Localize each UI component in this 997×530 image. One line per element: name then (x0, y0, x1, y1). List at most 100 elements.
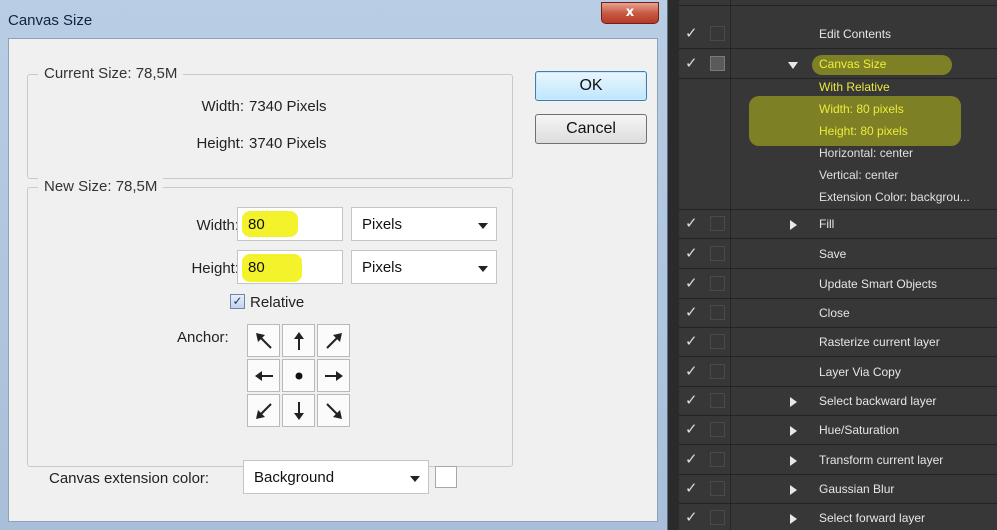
action-row-save[interactable]: ✓ Save (679, 240, 997, 269)
expand-right-icon[interactable] (790, 426, 797, 436)
check-icon[interactable]: ✓ (685, 391, 698, 409)
detail-text: Horizontal: center (819, 146, 914, 160)
action-row-gaussian-blur[interactable]: ✓ Gaussian Blur (679, 475, 997, 504)
chevron-down-icon (478, 266, 488, 272)
width-input[interactable]: 80 (237, 207, 343, 241)
current-height-label: Height: (196, 135, 244, 152)
action-row-transform[interactable]: ✓ Transform current layer (679, 446, 997, 475)
dialog-toggle-icon[interactable] (710, 364, 725, 379)
detail-text: Vertical: center (819, 168, 899, 182)
ok-button[interactable]: OK (535, 71, 647, 101)
cancel-button[interactable]: Cancel (535, 114, 647, 144)
dialog-title-bar[interactable]: Canvas Size x (0, 0, 668, 38)
action-label: Select backward layer (819, 394, 937, 408)
dialog-toggle-icon[interactable] (710, 26, 725, 41)
action-row-edit-contents[interactable]: ✓ Edit Contents (679, 20, 997, 49)
action-label: Edit Contents (819, 27, 892, 41)
action-row-rasterize[interactable]: ✓ Rasterize current layer (679, 328, 997, 357)
width-input-value: 80 (248, 216, 265, 233)
expand-right-icon[interactable] (790, 514, 797, 524)
width-unit-select[interactable]: Pixels (351, 207, 497, 241)
check-icon[interactable]: ✓ (685, 24, 698, 42)
arrow-nw-icon (255, 332, 272, 349)
height-input-value: 80 (248, 259, 265, 276)
action-row-partial[interactable] (679, 0, 997, 6)
dialog-toggle-icon[interactable] (710, 56, 725, 71)
arrow-sw-icon (255, 402, 272, 419)
detail-row: With Relative (679, 75, 997, 97)
dialog-toggle-icon[interactable] (710, 246, 725, 261)
check-icon[interactable]: ✓ (685, 479, 698, 497)
expand-right-icon[interactable] (790, 220, 797, 230)
arrow-n-icon (293, 331, 304, 350)
dialog-toggle-icon[interactable] (710, 216, 725, 231)
expand-right-icon[interactable] (790, 485, 797, 495)
expand-right-icon[interactable] (790, 397, 797, 407)
anchor-middle-right[interactable] (317, 359, 350, 392)
action-row-select-forward[interactable]: ✓ Select forward layer (679, 504, 997, 530)
anchor-grid (247, 324, 350, 427)
anchor-bottom-left[interactable] (247, 394, 280, 427)
extension-color-label: Canvas extension color: (49, 470, 210, 487)
action-row-update-smart-objects[interactable]: ✓ Update Smart Objects (679, 270, 997, 299)
anchor-bottom-center[interactable] (282, 394, 315, 427)
height-input[interactable]: 80 (237, 250, 343, 284)
anchor-middle-left[interactable] (247, 359, 280, 392)
action-label: Save (819, 247, 847, 261)
action-label: Layer Via Copy (819, 365, 901, 379)
check-icon[interactable]: ✓ (685, 244, 698, 262)
anchor-top-left[interactable] (247, 324, 280, 357)
anchor-top-center[interactable] (282, 324, 315, 357)
current-size-group: Current Size: 78,5M (27, 65, 513, 179)
check-icon[interactable]: ✓ (685, 508, 698, 526)
dialog-toggle-icon[interactable] (710, 422, 725, 437)
dialog-toggle-icon[interactable] (710, 305, 725, 320)
extension-color-swatch[interactable] (435, 466, 457, 488)
action-label: Transform current layer (819, 453, 944, 467)
check-icon[interactable]: ✓ (685, 303, 698, 321)
relative-checkbox[interactable]: ✓ (230, 294, 245, 309)
action-row-fill[interactable]: ✓ Fill (679, 210, 997, 239)
action-label: Close (819, 306, 850, 320)
check-icon[interactable]: ✓ (685, 214, 698, 232)
close-button[interactable]: x (601, 2, 659, 24)
arrow-s-icon (293, 401, 304, 420)
chevron-down-icon (410, 476, 420, 482)
check-icon[interactable]: ✓ (685, 332, 698, 350)
canvas-size-dialog: Canvas Size x Current Size: 78,5M Width:… (0, 0, 668, 530)
dialog-toggle-icon[interactable] (710, 393, 725, 408)
height-unit-value: Pixels (362, 259, 403, 276)
arrow-ne-icon (325, 332, 342, 349)
action-label: Canvas Size (819, 57, 887, 71)
action-row-close[interactable]: ✓ Close (679, 299, 997, 328)
extension-color-select[interactable]: Background (243, 460, 429, 494)
extension-color-value: Background (254, 469, 335, 486)
dialog-toggle-icon[interactable] (710, 452, 725, 467)
action-row-layer-via-copy[interactable]: ✓ Layer Via Copy (679, 358, 997, 387)
dialog-toggle-icon[interactable] (710, 276, 725, 291)
current-height-value: 3740 Pixels (249, 135, 327, 152)
anchor-center[interactable] (282, 359, 315, 392)
current-width-value: 7340 Pixels (249, 98, 327, 115)
dialog-toggle-icon[interactable] (710, 510, 725, 525)
check-icon[interactable]: ✓ (685, 450, 698, 468)
check-icon[interactable]: ✓ (685, 274, 698, 292)
check-icon[interactable]: ✓ (685, 54, 698, 72)
action-label: Rasterize current layer (819, 335, 940, 349)
anchor-bottom-right[interactable] (317, 394, 350, 427)
action-row-select-backward[interactable]: ✓ Select backward layer (679, 387, 997, 416)
height-unit-select[interactable]: Pixels (351, 250, 497, 284)
expand-right-icon[interactable] (790, 456, 797, 466)
check-icon[interactable]: ✓ (685, 362, 698, 380)
detail-row: Height: 80 pixels (679, 119, 997, 141)
action-row-hue-saturation[interactable]: ✓ Hue/Saturation (679, 416, 997, 445)
dialog-body: Current Size: 78,5M Width: 7340 Pixels H… (8, 38, 658, 522)
detail-text: With Relative (819, 80, 890, 94)
dialog-toggle-icon[interactable] (710, 334, 725, 349)
expand-down-icon[interactable] (788, 62, 798, 69)
anchor-top-right[interactable] (317, 324, 350, 357)
detail-text: Height: 80 pixels (819, 124, 908, 138)
detail-row: Horizontal: center (679, 141, 997, 163)
dialog-toggle-icon[interactable] (710, 481, 725, 496)
check-icon[interactable]: ✓ (685, 420, 698, 438)
